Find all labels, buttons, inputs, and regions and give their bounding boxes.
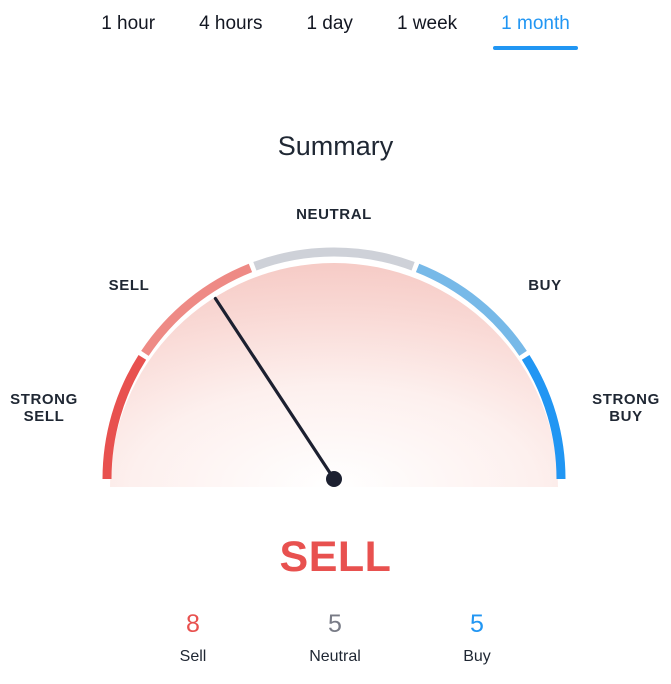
gauge-label-neutral: NEUTRAL xyxy=(296,206,372,223)
tab-4-hours[interactable]: 4 hours xyxy=(177,0,284,38)
active-tab-underline xyxy=(493,46,578,50)
counter-buy-label: Buy xyxy=(463,648,491,665)
tab-label: 1 week xyxy=(396,13,458,34)
counter-buy-value: 5 xyxy=(470,610,484,638)
summary-gauge: NEUTRAL SELL BUY STRONG SELL STRONG BUY xyxy=(0,195,671,505)
tab-label: 4 hours xyxy=(199,13,263,34)
tab-1-month[interactable]: 1 month xyxy=(479,0,592,50)
gauge-label-buy: BUY xyxy=(528,277,562,294)
tab-label: 1 hour xyxy=(101,13,156,34)
gauge-needle-pivot xyxy=(326,471,342,487)
page-title: Summary xyxy=(277,131,394,161)
counter-neutral: 5 Neutral xyxy=(270,608,400,668)
indicator-counters: 8 Sell 5 Neutral 5 Buy xyxy=(128,608,542,668)
tab-1-hour[interactable]: 1 hour xyxy=(79,0,177,38)
counter-sell-value: 8 xyxy=(186,610,200,638)
counter-sell: 8 Sell xyxy=(128,608,258,668)
tab-label: 1 month xyxy=(501,13,570,34)
counter-buy: 5 Buy xyxy=(412,608,542,668)
counter-neutral-label: Neutral xyxy=(309,648,361,665)
summary-verdict: SELL xyxy=(279,533,392,581)
counter-neutral-value: 5 xyxy=(328,610,342,638)
gauge-svg xyxy=(102,247,566,487)
gauge-label-strong-buy: STRONG BUY xyxy=(592,391,660,425)
gauge-label-sell: SELL xyxy=(108,277,150,294)
counter-sell-label: Sell xyxy=(179,648,207,665)
tab-label: 1 day xyxy=(306,13,353,34)
gauge-inner-fill xyxy=(110,263,558,487)
gauge-label-strong-sell: STRONG SELL xyxy=(10,391,78,425)
timeframe-tabbar: 1 hour 4 hours 1 day 1 week 1 month xyxy=(0,0,671,58)
tab-1-day[interactable]: 1 day xyxy=(284,0,374,38)
tab-1-week[interactable]: 1 week xyxy=(375,0,479,38)
